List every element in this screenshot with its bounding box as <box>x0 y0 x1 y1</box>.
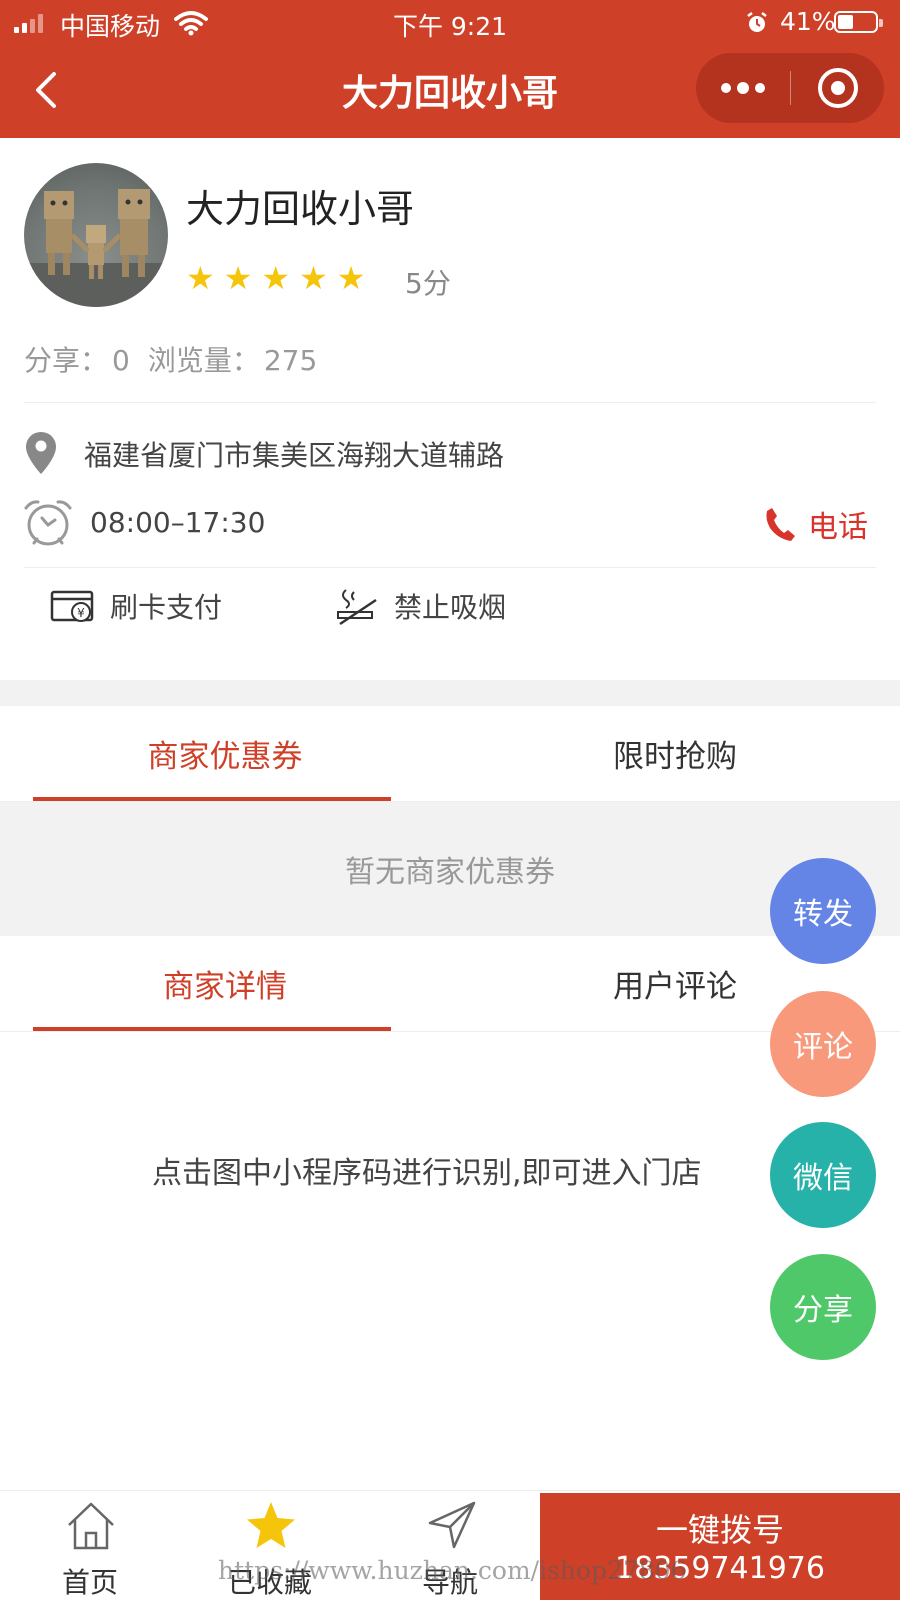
feature-no-smoking: 禁止吸烟 <box>334 584 506 628</box>
star-icon: ★ <box>223 259 253 297</box>
location-pin-icon <box>26 432 56 474</box>
watermark: https://www.huzhan.com/ishop27806 <box>218 1556 687 1585</box>
home-icon <box>68 1502 114 1550</box>
share-count: 0 <box>112 344 130 377</box>
home-label: 首页 <box>61 1566 118 1599</box>
star-icon <box>247 1502 295 1548</box>
dial-title: 一键拨号 <box>655 1511 784 1549</box>
tab-merchant-coupons[interactable]: 商家优惠券 <box>0 706 450 800</box>
mini-program-capsule <box>696 53 884 123</box>
battery-icon <box>834 11 883 33</box>
no-smoking-icon <box>337 589 377 626</box>
phone-icon <box>766 508 795 541</box>
tab-flash-sale[interactable]: 限时抢购 <box>450 706 900 800</box>
detail-content: 点击图中小程序码进行识别,即可进入门店 <box>152 1156 702 1191</box>
shop-address[interactable]: 福建省厦门市集美区海翔大道辅路 <box>84 434 504 474</box>
divider <box>24 402 876 403</box>
rating-stars: ★ ★ ★ ★ ★ <box>186 262 365 294</box>
share-label: 分享： <box>24 344 109 377</box>
business-hours: 08:00–17:30 <box>90 506 266 539</box>
navigation-arrow-icon <box>428 1501 476 1549</box>
more-menu-button[interactable] <box>696 53 790 123</box>
star-icon: ★ <box>261 259 291 297</box>
views-label: 浏览量： <box>147 344 260 377</box>
phone-call-button[interactable]: 电话 <box>764 502 868 546</box>
phone-label: 电话 <box>808 510 868 545</box>
home-tab[interactable]: 首页 <box>0 1491 180 1600</box>
divider <box>24 567 876 568</box>
alarm-clock-icon <box>24 500 72 546</box>
wechat-button[interactable]: 微信 <box>770 1122 876 1228</box>
feature-card-payment: ¥ 刷卡支付 <box>50 584 222 628</box>
share-button[interactable]: 分享 <box>770 1254 876 1360</box>
coupon-tabs: 商家优惠券 限时抢购 <box>0 706 900 802</box>
tab-merchant-details[interactable]: 商家详情 <box>0 936 450 1030</box>
section-separator <box>0 680 900 706</box>
star-icon: ★ <box>186 259 215 297</box>
detail-tabs: 商家详情 用户评论 <box>0 936 900 1032</box>
shop-stats: 分享： 0 浏览量： 275 <box>24 339 321 379</box>
shop-name: 大力回收小哥 <box>186 187 415 231</box>
battery-percent: 41% <box>780 7 836 36</box>
feature-label: 禁止吸烟 <box>394 591 507 624</box>
rating-score: 5分 <box>405 267 451 300</box>
views-count: 275 <box>263 344 318 377</box>
active-tab-indicator <box>33 1027 391 1031</box>
feature-label: 刷卡支付 <box>110 591 223 624</box>
star-icon: ★ <box>336 259 366 297</box>
alarm-icon <box>747 12 767 32</box>
active-tab-indicator <box>33 797 391 801</box>
top-bar: 中国移动 下午 9:21 41% 大力回收小哥 <box>0 0 900 138</box>
svg-text:¥: ¥ <box>77 606 85 620</box>
coupon-empty-state: 暂无商家优惠券 <box>0 802 900 936</box>
comment-button[interactable]: 评论 <box>770 991 876 1097</box>
card-payment-icon: ¥ <box>50 590 94 622</box>
status-bar: 中国移动 下午 9:21 41% <box>0 0 900 46</box>
close-target-icon[interactable] <box>818 68 858 108</box>
star-icon: ★ <box>299 259 328 297</box>
shop-avatar <box>24 163 168 307</box>
capsule-divider <box>790 71 791 105</box>
forward-button[interactable]: 转发 <box>770 858 876 964</box>
